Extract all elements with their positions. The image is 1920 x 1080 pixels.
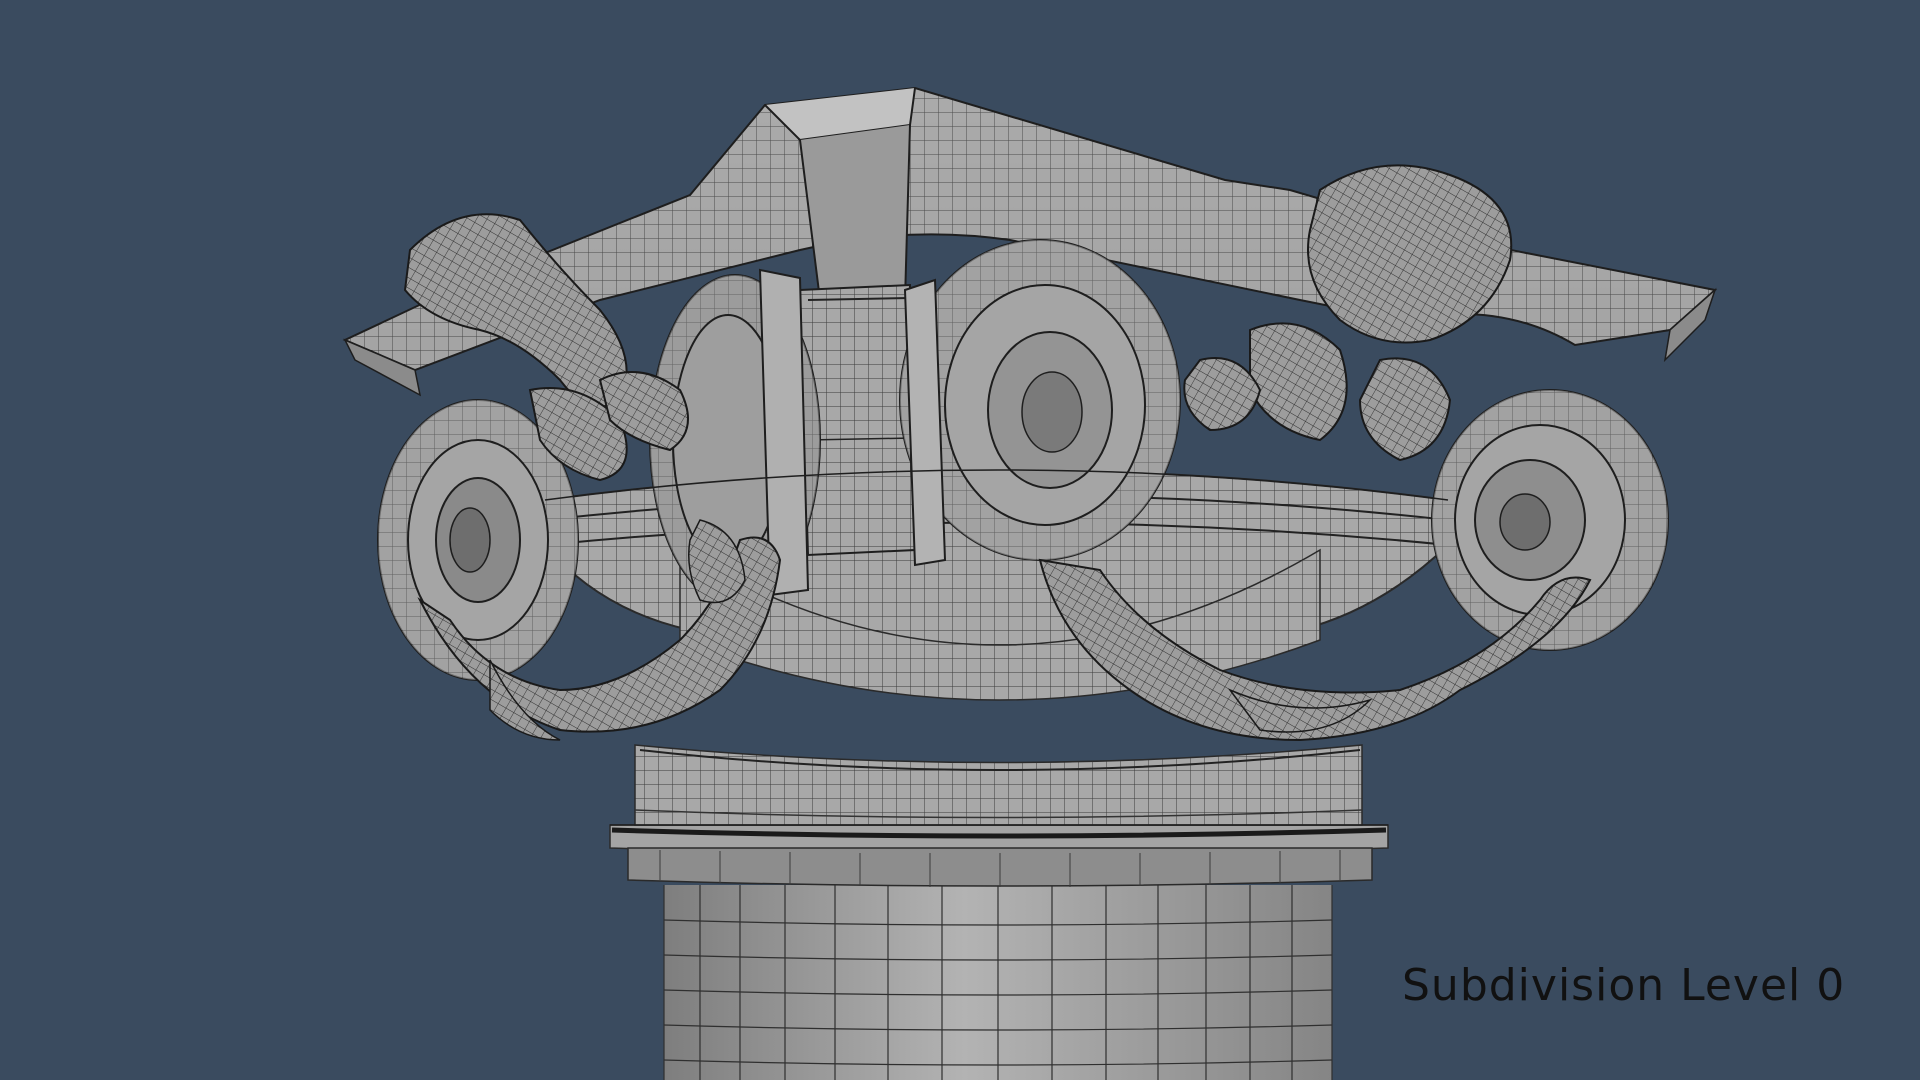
wireframe-model xyxy=(342,86,1718,1080)
column-shaft xyxy=(663,885,1333,1080)
astragal-ring xyxy=(609,824,1389,887)
3d-viewport[interactable]: Subdivision Level 0 xyxy=(0,0,1920,1080)
subdivision-level-label: Subdivision Level 0 xyxy=(1402,960,1846,1011)
capital-bell xyxy=(634,744,1363,826)
